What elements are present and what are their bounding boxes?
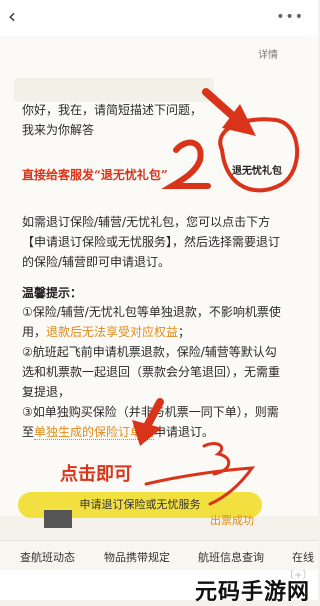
number-two-icon bbox=[161, 139, 211, 189]
annotation-overlay bbox=[132, 88, 299, 506]
underline-swoosh-icon bbox=[144, 466, 256, 506]
arrow-bottom-icon bbox=[142, 398, 164, 432]
